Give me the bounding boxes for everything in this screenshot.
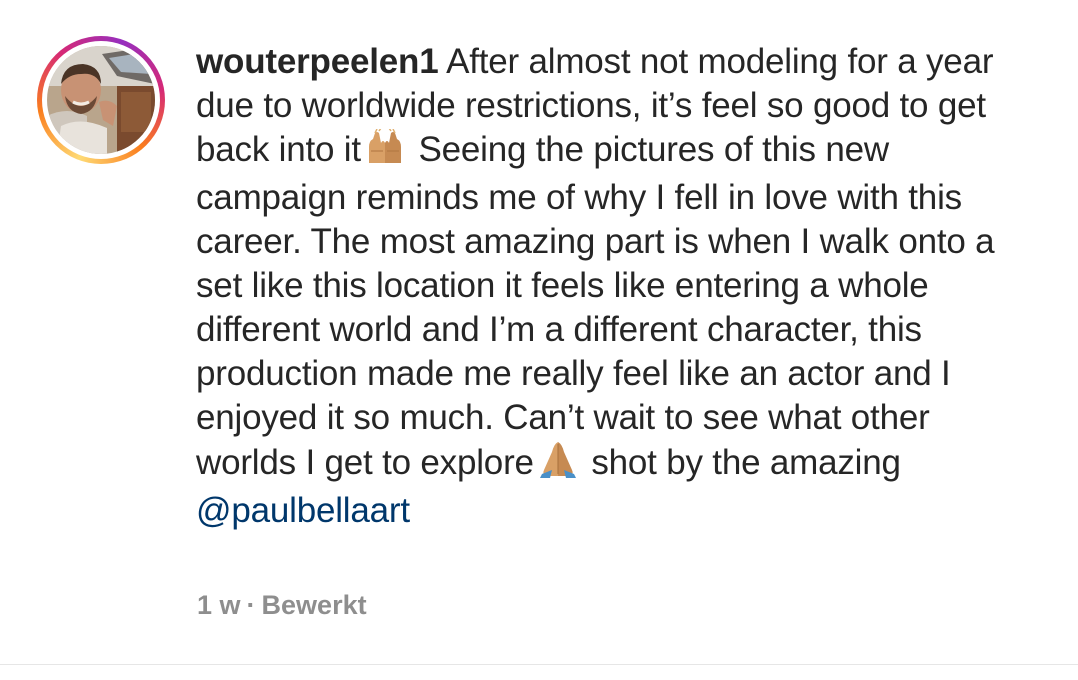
avatar-image (47, 46, 155, 154)
mention-link[interactable]: @paulbellaart (196, 491, 410, 530)
avatar[interactable] (47, 46, 155, 154)
caption-part-3: shot by the amazing (591, 443, 901, 482)
raising-hands-icon (365, 127, 405, 176)
folded-hands-icon (538, 440, 578, 489)
edited-label: Bewerkt (261, 590, 367, 620)
divider (0, 664, 1078, 665)
username-link[interactable]: wouterpeelen1 (196, 42, 439, 81)
caption-comment: wouterpeelen1 After almost not modeling … (0, 0, 1078, 664)
story-ring-avatar[interactable] (37, 36, 165, 164)
caption-part-2: Seeing the pictures of this new campaign… (196, 130, 995, 482)
meta-separator: · (246, 590, 256, 620)
avatar-ring-gap (42, 41, 160, 159)
comment-meta: 1 w · Bewerkt (197, 590, 367, 621)
caption-text: wouterpeelen1 After almost not modeling … (196, 40, 996, 533)
timestamp[interactable]: 1 w (197, 590, 241, 620)
